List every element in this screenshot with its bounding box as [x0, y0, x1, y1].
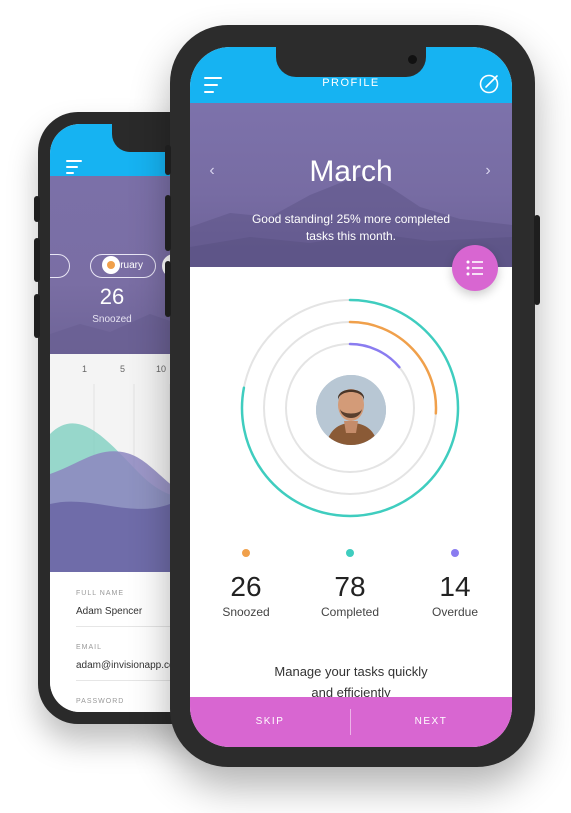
- overdue-dot: [451, 549, 459, 557]
- overdue-stat: 14 Overdue: [405, 549, 505, 619]
- month-hero: ‹ March › Good standing! 25% more comple…: [190, 103, 512, 267]
- skip-button[interactable]: SKIP: [190, 697, 350, 747]
- volume-up-button: [165, 195, 171, 251]
- back-side-button: [34, 196, 40, 222]
- page-title: PROFILE: [322, 77, 380, 89]
- list-icon: [466, 260, 483, 276]
- camera: [408, 55, 417, 64]
- full-name-label: FULL NAME: [76, 590, 125, 597]
- notch: [276, 47, 426, 77]
- completed-stat: 78 Completed: [300, 549, 400, 619]
- month-pill-prev[interactable]: [50, 254, 70, 278]
- completed-label: Completed: [320, 605, 380, 619]
- month-title: March: [309, 155, 393, 188]
- task-list-button[interactable]: [452, 245, 498, 291]
- snoozed-dot: [242, 549, 250, 557]
- overdue-value: 14: [439, 571, 471, 602]
- full-name-field[interactable]: Adam Spencer: [76, 606, 142, 617]
- email-field[interactable]: adam@invisionapp.co: [76, 660, 175, 671]
- snoozed-value: 26: [230, 571, 262, 602]
- avatar[interactable]: [316, 375, 386, 445]
- completed-value: 78: [334, 571, 366, 602]
- front-phone: PROFILE ‹ March › Good standing! 25% mor…: [165, 25, 540, 767]
- user-photo: [316, 375, 386, 445]
- back-side-button: [34, 238, 40, 282]
- snoozed-stat: 26 Snoozed: [196, 549, 296, 619]
- month-pill-february[interactable]: February: [90, 254, 156, 278]
- password-label: PASSWORD: [76, 698, 125, 705]
- completed-dot: [346, 549, 354, 557]
- chevron-right-icon[interactable]: ›: [480, 161, 496, 181]
- standing-subtitle: Good standing! 25% more completed tasks …: [251, 212, 451, 243]
- overdue-label: Overdue: [431, 605, 479, 619]
- back-snoozed-value: 26: [99, 284, 125, 309]
- silent-switch: [165, 145, 171, 175]
- snoozed-dot: [102, 256, 120, 274]
- bottom-action-bar: SKIP NEXT: [190, 697, 512, 747]
- front-screen: PROFILE ‹ March › Good standing! 25% mor…: [190, 47, 512, 747]
- power-button: [534, 215, 540, 305]
- overdue-ring: [348, 342, 401, 369]
- snoozed-label: Snoozed: [222, 605, 270, 619]
- tagline-line-1: Manage your tasks quickly: [274, 664, 428, 679]
- back-snoozed-label: Snoozed: [92, 314, 132, 325]
- next-button[interactable]: NEXT: [351, 697, 511, 747]
- back-side-button: [34, 294, 40, 338]
- edit-icon[interactable]: [478, 73, 500, 95]
- volume-down-button: [165, 261, 171, 317]
- email-label: EMAIL: [76, 644, 103, 651]
